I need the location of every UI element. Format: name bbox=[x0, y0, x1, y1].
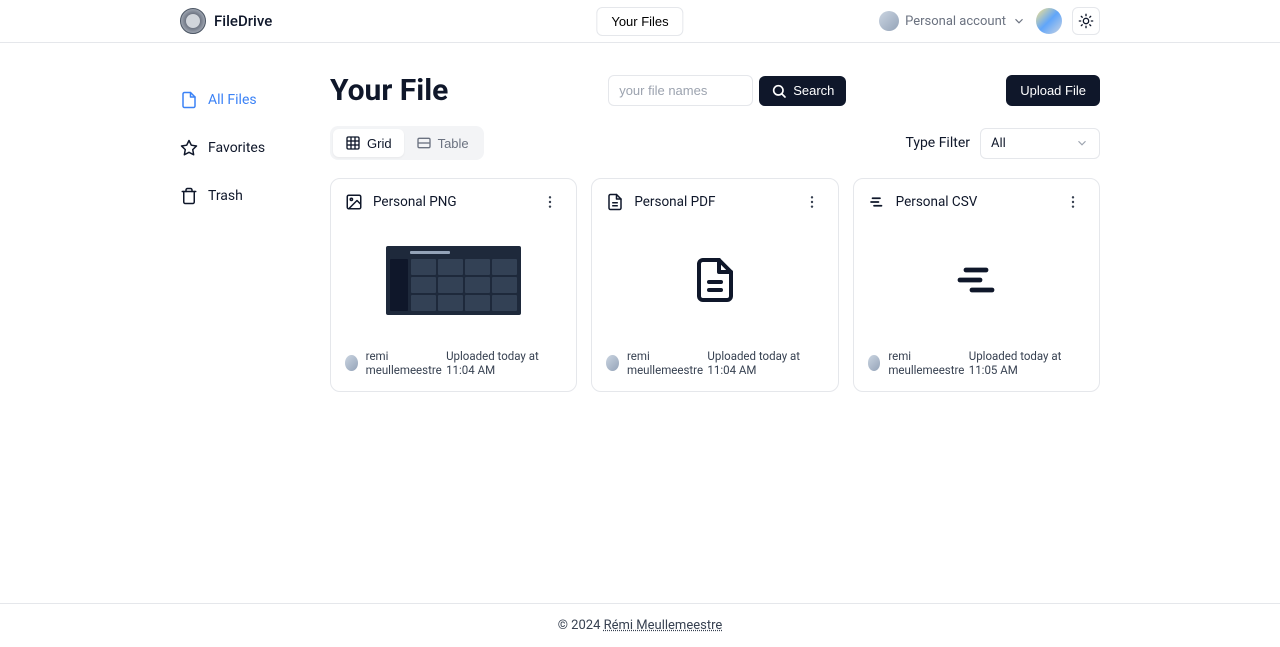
uploader-avatar-icon bbox=[345, 355, 358, 371]
user-avatar[interactable] bbox=[1036, 8, 1062, 34]
search-icon bbox=[771, 83, 787, 99]
file-thumbnail bbox=[386, 246, 521, 315]
sidebar-item-trash[interactable]: Trash bbox=[180, 179, 290, 213]
type-filter-label: Type Filter bbox=[905, 135, 970, 151]
upload-time: Uploaded today at 11:04 AM bbox=[446, 349, 562, 377]
sidebar-item-label: Trash bbox=[208, 188, 243, 204]
footer-author-link[interactable]: Rémi Meullemeestre bbox=[604, 618, 723, 633]
sidebar-item-label: Favorites bbox=[208, 140, 265, 156]
upload-button[interactable]: Upload File bbox=[1006, 75, 1100, 106]
app-header: FileDrive Your Files Personal account bbox=[0, 0, 1280, 43]
sidebar-item-label: All Files bbox=[208, 92, 257, 108]
account-switcher[interactable]: Personal account bbox=[879, 11, 1026, 31]
gantt-icon bbox=[868, 193, 886, 211]
file-icon bbox=[180, 91, 198, 109]
file-text-icon bbox=[606, 193, 624, 211]
your-files-button[interactable]: Your Files bbox=[596, 7, 683, 36]
uploader-avatar-icon bbox=[606, 355, 619, 371]
file-title: Personal CSV bbox=[896, 194, 978, 210]
star-icon bbox=[180, 139, 198, 157]
tab-table-label: Table bbox=[438, 136, 469, 151]
uploader-name: remi meullemeestre bbox=[888, 349, 968, 377]
sidebar: All Files Favorites Trash bbox=[180, 73, 290, 392]
file-card[interactable]: Personal PNG bbox=[330, 178, 577, 392]
tab-table[interactable]: Table bbox=[404, 129, 481, 157]
chevron-down-icon bbox=[1075, 136, 1089, 150]
image-icon bbox=[345, 193, 363, 211]
chevron-down-icon bbox=[1012, 14, 1026, 28]
table-icon bbox=[416, 135, 432, 151]
more-options-button[interactable] bbox=[538, 194, 562, 210]
footer-copyright: © 2024 bbox=[558, 618, 604, 633]
uploader-avatar-icon bbox=[868, 355, 881, 371]
org-avatar-icon bbox=[879, 11, 899, 31]
uploader-name: remi meullemeestre bbox=[627, 349, 707, 377]
trash-icon bbox=[180, 187, 198, 205]
logo-group[interactable]: FileDrive bbox=[180, 8, 272, 34]
uploader-name: remi meullemeestre bbox=[366, 349, 446, 377]
file-title: Personal PNG bbox=[373, 194, 457, 210]
file-card[interactable]: Personal CSV remi meullemeestre bbox=[853, 178, 1100, 392]
gantt-icon bbox=[952, 256, 1000, 304]
file-card[interactable]: Personal PDF remi meullemeestre bbox=[591, 178, 838, 392]
upload-time: Uploaded today at 11:05 AM bbox=[969, 349, 1085, 377]
theme-toggle-button[interactable] bbox=[1072, 7, 1100, 35]
search-button-label: Search bbox=[793, 83, 834, 98]
sidebar-item-favorites[interactable]: Favorites bbox=[180, 131, 290, 165]
view-tabs: Grid Table bbox=[330, 126, 484, 160]
file-title: Personal PDF bbox=[634, 194, 715, 210]
file-grid: Personal PNG bbox=[330, 178, 1100, 392]
footer: © 2024 Rémi Meullemeestre bbox=[0, 603, 1280, 647]
tab-grid[interactable]: Grid bbox=[333, 129, 404, 157]
main-content: Your File Search Upload File Grid Table bbox=[330, 73, 1100, 392]
logo-icon bbox=[180, 8, 206, 34]
type-filter-select[interactable]: All bbox=[980, 128, 1100, 159]
file-text-icon bbox=[691, 256, 739, 304]
search-input[interactable] bbox=[608, 75, 753, 106]
tab-grid-label: Grid bbox=[367, 136, 392, 151]
grid-icon bbox=[345, 135, 361, 151]
more-options-button[interactable] bbox=[1061, 194, 1085, 210]
more-vertical-icon bbox=[1065, 194, 1081, 210]
page-title: Your File bbox=[330, 73, 448, 108]
app-name: FileDrive bbox=[214, 12, 272, 30]
type-filter-value: All bbox=[991, 136, 1006, 151]
more-vertical-icon bbox=[804, 194, 820, 210]
search-button[interactable]: Search bbox=[759, 76, 846, 106]
more-vertical-icon bbox=[542, 194, 558, 210]
upload-time: Uploaded today at 11:04 AM bbox=[707, 349, 823, 377]
sidebar-item-all-files[interactable]: All Files bbox=[180, 83, 290, 117]
account-label: Personal account bbox=[905, 14, 1006, 29]
sun-icon bbox=[1078, 13, 1094, 29]
more-options-button[interactable] bbox=[800, 194, 824, 210]
